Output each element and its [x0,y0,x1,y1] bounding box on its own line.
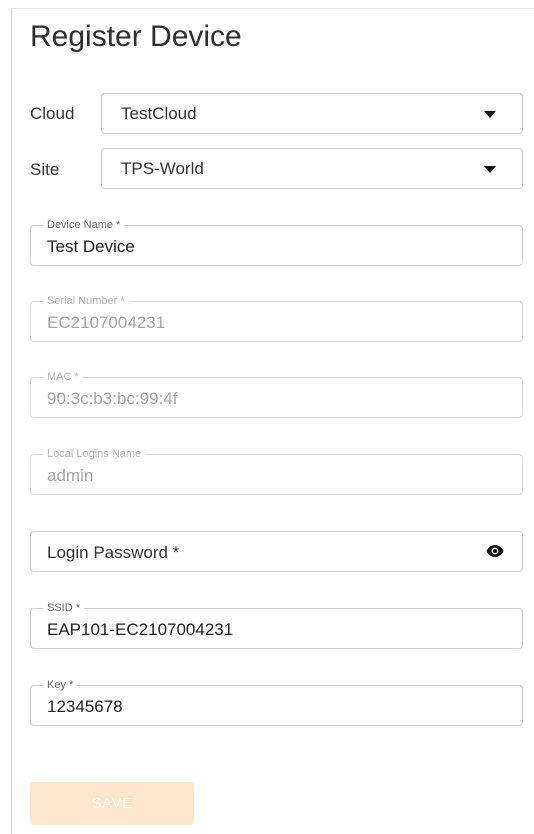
serial-number-value: EC2107004231 [47,313,166,332]
local-logins-name-value: admin [47,466,94,485]
ssid-field[interactable]: SSID * EAP101-EC2107004231 [30,601,523,649]
site-select[interactable]: TPS-World [101,148,523,189]
local-logins-name-field: Local Logins Name admin [30,447,523,495]
device-name-label: Device Name * [43,218,125,232]
key-value: 12345678 [47,697,123,716]
caret-down-icon [484,166,496,173]
serial-number-label: Serial Number * [43,294,129,308]
device-name-value: Test Device [47,237,135,256]
serial-number-field: Serial Number * EC2107004231 [30,294,523,342]
cloud-label: Cloud [30,104,75,123]
eye-icon[interactable] [486,544,504,558]
page-title: Register Device [30,20,242,53]
login-password-placeholder: Login Password * [47,543,180,562]
caret-down-icon [484,111,496,118]
site-select-value: TPS-World [121,159,204,178]
cloud-select[interactable]: TestCloud [101,93,523,134]
mac-value: 90:3c:b3:bc:99:4f [47,389,178,408]
device-name-field[interactable]: Device Name * Test Device [30,218,523,266]
key-label: Key * [43,678,78,692]
key-field[interactable]: Key * 12345678 [30,678,523,726]
mac-field: MAC * 90:3c:b3:bc:99:4f [30,370,523,418]
save-button[interactable]: SAVE [30,782,194,825]
local-logins-name-label: Local Logins Name [43,447,146,461]
site-label: Site [30,160,60,179]
mac-label: MAC * [43,370,83,384]
login-password-field[interactable]: Login Password * [30,531,523,572]
ssid-value: EAP101-EC2107004231 [47,620,234,639]
ssid-label: SSID * [43,601,85,615]
cloud-select-value: TestCloud [121,104,197,123]
